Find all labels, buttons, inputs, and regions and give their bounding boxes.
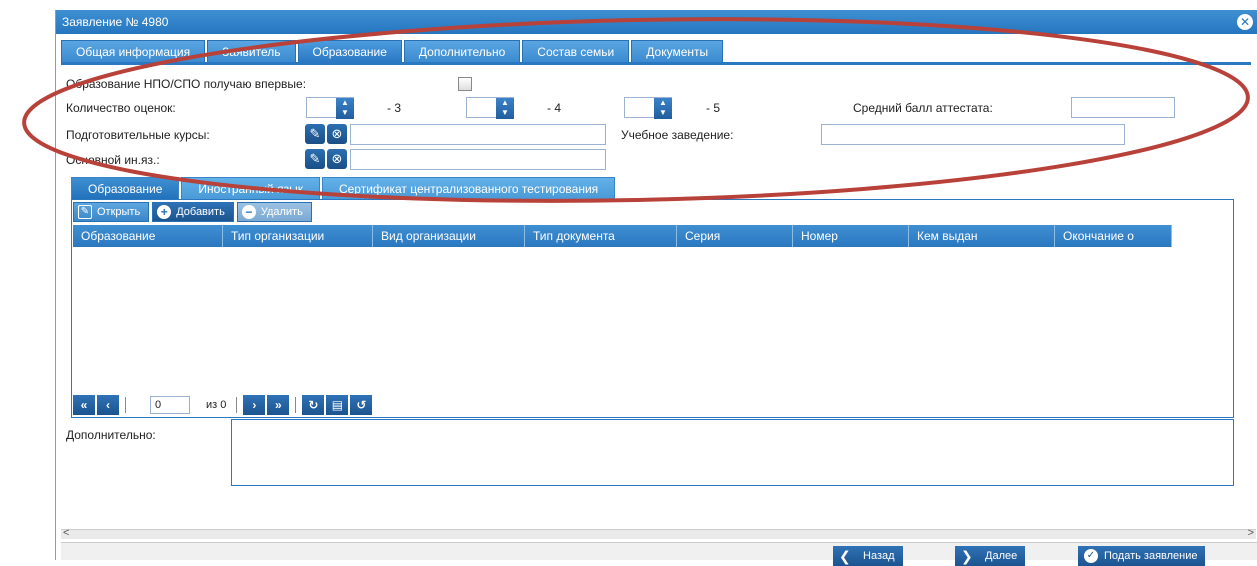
grade4-input[interactable]: ▲ ▼	[466, 97, 514, 119]
open-label: Открыть	[97, 206, 141, 218]
additional-textarea[interactable]	[231, 419, 1234, 486]
scroll-right-icon[interactable]: >	[1248, 527, 1254, 539]
close-icon[interactable]: ✕	[1237, 14, 1253, 30]
grid-header: Образование Тип организации Вид организа…	[73, 225, 1172, 247]
add-label: Добавить	[176, 206, 225, 218]
prev-page-icon[interactable]: ‹	[97, 395, 119, 415]
page-input[interactable]: 0	[150, 396, 190, 414]
first-time-checkbox[interactable]	[458, 77, 472, 91]
plus-icon: +	[157, 205, 172, 219]
grade3-input[interactable]: ▲ ▼	[306, 97, 354, 119]
language-label: Основной ин.яз.:	[66, 153, 160, 167]
application-window: Заявление № 4980 ✕ Общая информация Заяв…	[55, 10, 1257, 566]
pager-divider	[125, 397, 126, 413]
spinner-icon[interactable]: ▲ ▼	[654, 98, 672, 119]
column-header[interactable]: Номер	[793, 225, 909, 247]
next-page-icon[interactable]: ›	[243, 395, 266, 415]
submit-button[interactable]: ✓ Подать заявление	[1078, 546, 1206, 566]
pager: « ‹ 0 из 0 › » ↻ ▤ ↺	[73, 395, 1233, 415]
column-header[interactable]: Кем выдан	[909, 225, 1055, 247]
edit-icon: ✎	[78, 205, 92, 219]
next-button[interactable]: ❯ Далее	[955, 546, 1026, 566]
main-tabs: Общая информация Заявитель Образование Д…	[61, 40, 724, 62]
institution-label: Учебное заведение:	[621, 128, 734, 142]
language-input[interactable]	[350, 149, 606, 170]
additional-label: Дополнительно:	[66, 428, 156, 442]
grade3-suffix: - 3	[387, 101, 402, 115]
pager-divider	[295, 397, 297, 413]
avg-label: Средний балл аттестата:	[853, 101, 993, 115]
page-count: из 0	[206, 399, 227, 411]
scroll-left-icon[interactable]: <	[63, 527, 69, 539]
subtab-education[interactable]: Образование	[71, 177, 180, 199]
spinner-icon[interactable]: ▲ ▼	[336, 98, 354, 119]
chevron-left-icon: ❮	[839, 548, 851, 564]
column-header[interactable]: Вид организации	[373, 225, 525, 247]
grade5-suffix: - 5	[706, 101, 721, 115]
last-page-icon[interactable]: »	[267, 395, 290, 415]
grid-toolbar: ✎ Открыть + Добавить − Удалить	[73, 202, 312, 222]
grades-label: Количество оценок:	[66, 101, 176, 115]
grade5-input[interactable]: ▲ ▼	[624, 97, 672, 119]
next-label: Далее	[985, 550, 1018, 562]
institution-input[interactable]	[821, 124, 1125, 145]
footer-bar: ❮ Назад ❯ Далее ✓ Подать заявление	[61, 542, 1257, 566]
tab-education[interactable]: Образование	[297, 40, 402, 62]
column-header[interactable]: Тип документа	[525, 225, 677, 247]
column-header[interactable]: Окончание о	[1055, 225, 1172, 247]
refresh-icon[interactable]: ↻	[302, 395, 325, 415]
column-header[interactable]: Серия	[677, 225, 793, 247]
check-circle-icon: ✓	[1084, 549, 1098, 563]
window-title: Заявление № 4980	[62, 15, 169, 29]
open-button[interactable]: ✎ Открыть	[73, 202, 150, 222]
clear-icon[interactable]: ⊗	[327, 124, 347, 144]
spinner-icon[interactable]: ▲ ▼	[496, 98, 514, 119]
back-label: Назад	[863, 550, 895, 562]
tab-documents[interactable]: Документы	[631, 40, 724, 62]
column-header[interactable]: Образование	[73, 225, 223, 247]
chevron-right-icon: ❯	[961, 548, 973, 564]
delete-button[interactable]: − Удалить	[236, 202, 312, 222]
courses-label: Подготовительные курсы:	[66, 128, 210, 142]
education-grid: ✎ Открыть + Добавить − Удалить Образован…	[71, 199, 1234, 418]
pager-divider	[236, 397, 238, 413]
tab-underline	[61, 62, 1251, 65]
submit-label: Подать заявление	[1104, 550, 1198, 562]
edit-icon[interactable]: ✎	[305, 149, 325, 169]
reset-icon[interactable]: ↺	[350, 395, 373, 415]
courses-input[interactable]	[350, 124, 606, 145]
add-button[interactable]: + Добавить	[152, 202, 234, 222]
column-header[interactable]: Тип организации	[223, 225, 373, 247]
print-icon[interactable]: ▤	[326, 395, 349, 415]
tab-applicant[interactable]: Заявитель	[207, 40, 296, 62]
tab-additional[interactable]: Дополнительно	[403, 40, 521, 62]
horizontal-scrollbar[interactable]: < >	[61, 527, 1256, 539]
tab-family[interactable]: Состав семьи	[522, 40, 630, 62]
window-titlebar: Заявление № 4980 ✕	[56, 10, 1257, 34]
minus-icon: −	[241, 205, 256, 219]
subtab-certificate[interactable]: Сертификат централизованного тестировани…	[321, 177, 616, 199]
edit-icon[interactable]: ✎	[305, 124, 325, 144]
grade4-suffix: - 4	[547, 101, 562, 115]
subtab-foreign-language[interactable]: Иностранный язык	[181, 177, 320, 199]
delete-label: Удалить	[260, 206, 303, 218]
sub-tabs: Образование Иностранный язык Сертификат …	[71, 177, 616, 199]
avg-input[interactable]	[1071, 97, 1175, 118]
tab-general[interactable]: Общая информация	[61, 40, 206, 62]
first-time-label: Образование НПО/СПО получаю впервые:	[66, 77, 307, 91]
first-page-icon[interactable]: «	[73, 395, 95, 415]
clear-icon[interactable]: ⊗	[327, 149, 347, 169]
back-button[interactable]: ❮ Назад	[833, 546, 903, 566]
